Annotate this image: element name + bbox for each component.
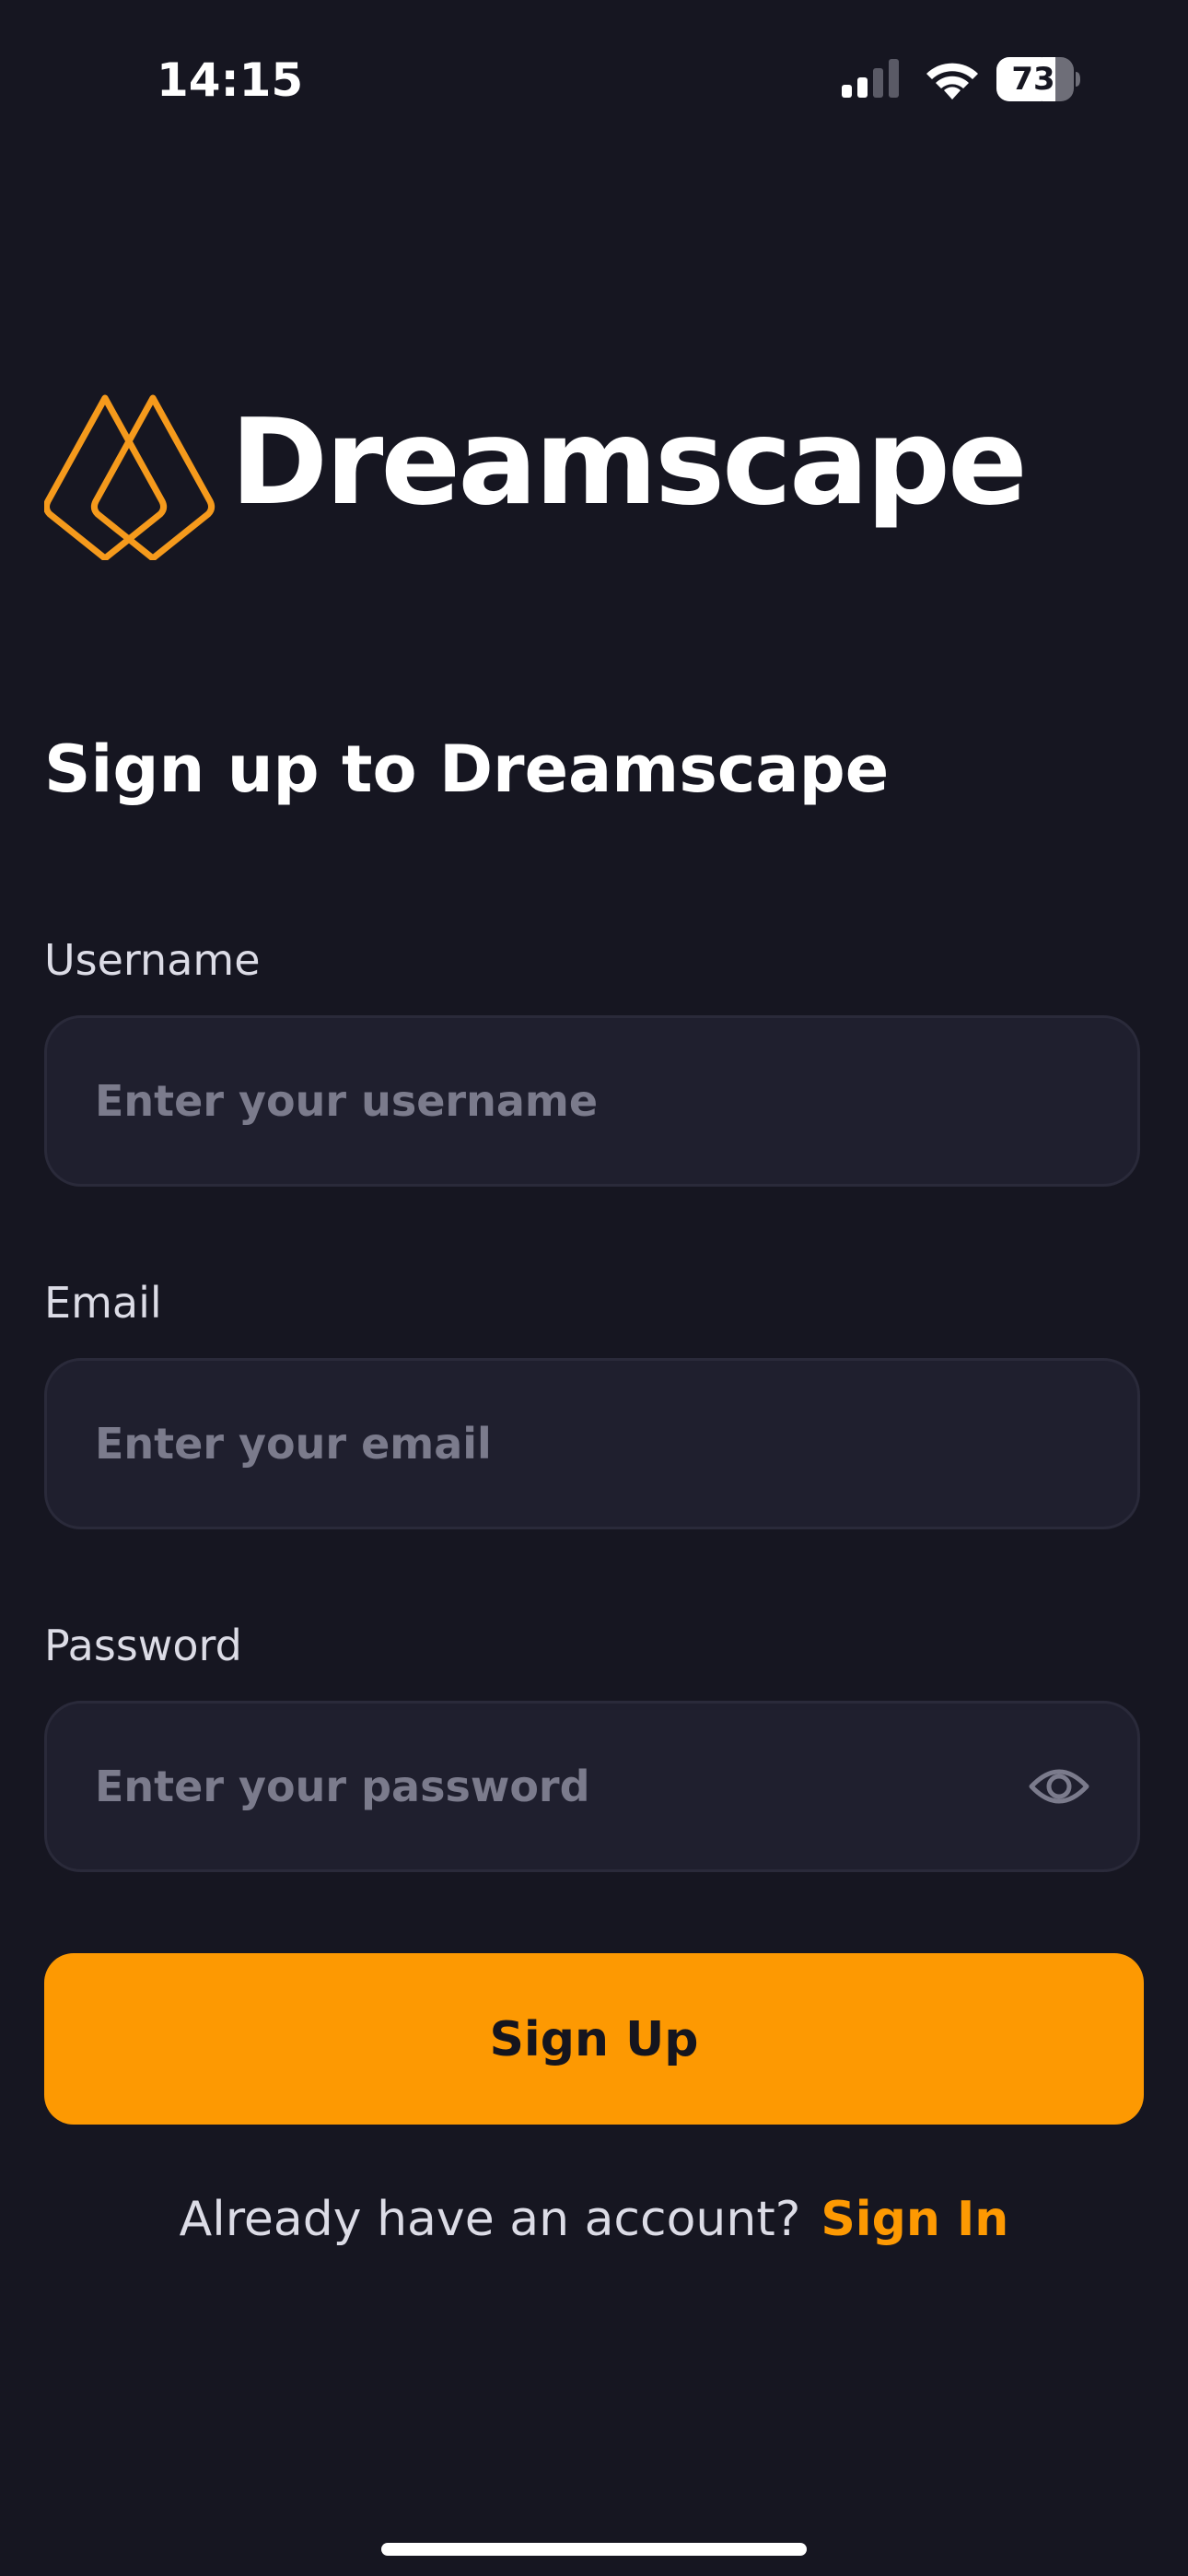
email-label: Email (44, 1278, 162, 1328)
status-icons: 73 (840, 57, 1089, 103)
sign-up-button-label: Sign Up (489, 2012, 699, 2067)
sign-up-button[interactable]: Sign Up (44, 1953, 1144, 2125)
sign-in-link[interactable]: Sign In (821, 2192, 1008, 2247)
home-indicator[interactable] (381, 2543, 807, 2556)
battery-level: 73 (1011, 61, 1055, 98)
username-input[interactable] (95, 1018, 1016, 1184)
password-input[interactable] (95, 1704, 942, 1869)
sign-in-prompt: Already have an account? Sign In (0, 2187, 1188, 2252)
status-time: 14:15 (157, 53, 304, 107)
wifi-icon (926, 63, 978, 100)
signal-icon (842, 59, 899, 98)
eye-icon[interactable] (1029, 1759, 1089, 1814)
dreamscape-logo-icon (44, 394, 215, 560)
email-input[interactable] (95, 1361, 1016, 1527)
password-field[interactable] (44, 1701, 1140, 1872)
page-title: Sign up to Dreamscape (44, 732, 890, 807)
brand-name: Dreamscape (230, 394, 1028, 532)
sign-in-prompt-text: Already have an account? (179, 2192, 801, 2247)
username-field[interactable] (44, 1015, 1140, 1187)
username-label: Username (44, 935, 261, 985)
email-field[interactable] (44, 1358, 1140, 1529)
password-label: Password (44, 1621, 242, 1670)
